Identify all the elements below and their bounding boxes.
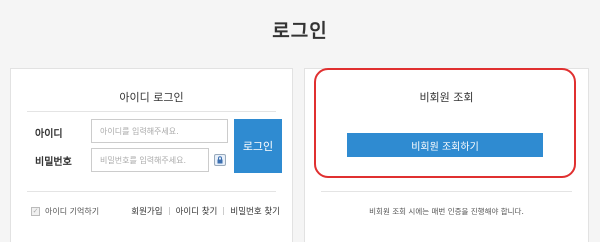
find-id-link[interactable]: 아이디 찾기 [176, 205, 218, 217]
remember-id-checkbox[interactable]: ✓ 아이디 기억하기 [31, 206, 99, 217]
member-login-heading: 아이디 로그인 [119, 91, 184, 104]
page-title: 로그인 [272, 20, 328, 42]
divider [321, 191, 572, 192]
divider [27, 111, 276, 112]
password-input[interactable] [91, 148, 209, 172]
guest-lookup-button[interactable]: 비회원 조회하기 [347, 133, 543, 157]
guest-lookup-note: 비회원 조회 시에는 매번 인증을 진행해야 합니다. [369, 207, 524, 216]
secure-keyboard-button[interactable] [214, 154, 226, 166]
password-label: 비밀번호 [35, 157, 72, 168]
guest-lookup-panel: 비회원 조회 비회원 조회하기 비회원 조회 시에는 매번 인증을 진행해야 합… [304, 68, 589, 242]
login-button[interactable]: 로그인 [234, 119, 282, 173]
remember-id-label: 아이디 기억하기 [45, 207, 100, 216]
check-icon[interactable]: ✓ [31, 207, 40, 216]
separator [168, 207, 170, 215]
guest-lookup-heading: 비회원 조회 [419, 91, 474, 104]
separator [223, 207, 225, 215]
id-input[interactable] [91, 119, 228, 143]
member-login-panel: 아이디 로그인 아이디 비밀번호 로그인 ✓ 아이디 기억하기 회원가입 아이디… [10, 68, 293, 242]
find-password-link[interactable]: 비밀번호 찾기 [230, 205, 280, 217]
lock-icon [217, 156, 223, 164]
id-label: 아이디 [35, 129, 63, 140]
signup-link[interactable]: 회원가입 [131, 205, 162, 217]
account-links: 회원가입 아이디 찾기 비밀번호 찾기 [131, 205, 280, 217]
divider [27, 191, 276, 192]
